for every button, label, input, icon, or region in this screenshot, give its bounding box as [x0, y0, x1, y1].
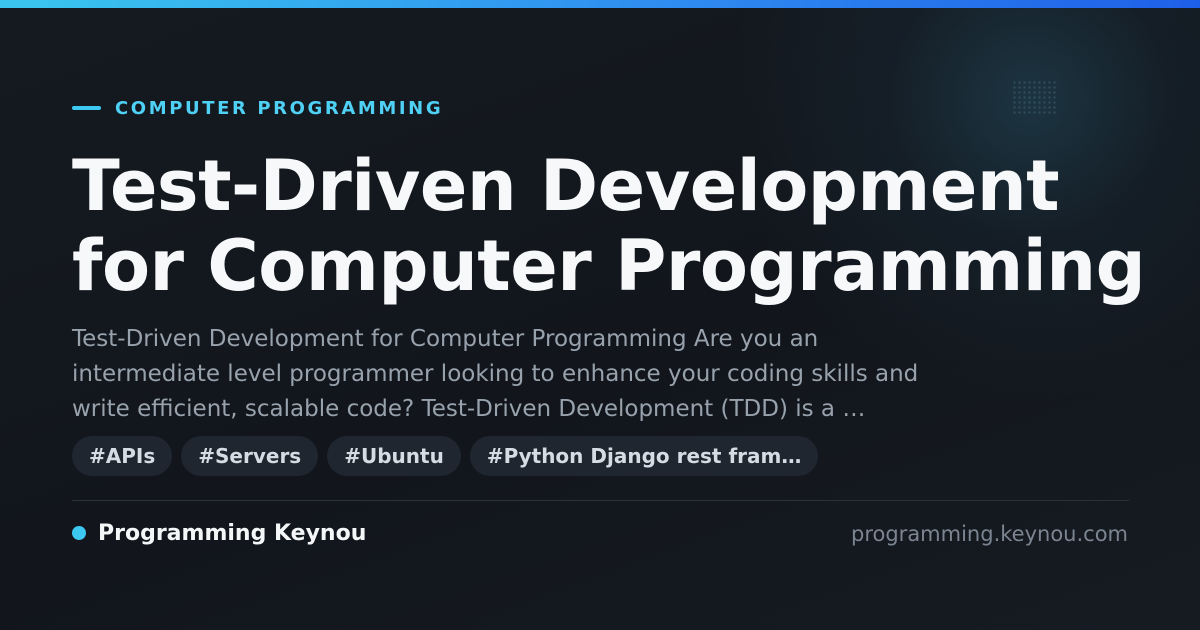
description-line: Test-Driven Development for Computer Pro…: [72, 326, 819, 352]
brand-dot-icon: [72, 526, 86, 540]
title-line: Test-Driven Development: [72, 145, 1060, 227]
description: Test-Driven Development for Computer Pro…: [72, 322, 1072, 427]
category-label: COMPUTER PROGRAMMING: [72, 96, 443, 120]
accent-dash: [72, 106, 101, 110]
site-domain[interactable]: programming.keynou.com: [851, 520, 1128, 548]
tag-ubuntu[interactable]: #Ubuntu: [327, 436, 461, 476]
divider: [72, 500, 1129, 501]
accent-bar: [0, 0, 1200, 8]
page-title: Test-Driven Development for Computer Pro…: [72, 146, 1152, 306]
tag-list: #APIs #Servers #Ubuntu #Python Django re…: [72, 436, 819, 476]
description-line: write efficient, scalable code? Test-Dri…: [72, 396, 866, 422]
tag-apis[interactable]: #APIs: [72, 436, 173, 476]
title-line: for Computer Programming: [72, 225, 1146, 307]
decorative-dots: [1012, 80, 1056, 114]
brand-name: Programming Keynou: [98, 520, 367, 546]
brand: Programming Keynou: [72, 518, 366, 548]
tag-servers[interactable]: #Servers: [181, 436, 319, 476]
description-line: intermediate level programmer looking to…: [72, 361, 919, 387]
category-text: COMPUTER PROGRAMMING: [115, 97, 444, 119]
share-card: COMPUTER PROGRAMMING Test-Driven Develop…: [0, 0, 1200, 630]
tag-python-django[interactable]: #Python Django rest fram…: [469, 436, 819, 476]
